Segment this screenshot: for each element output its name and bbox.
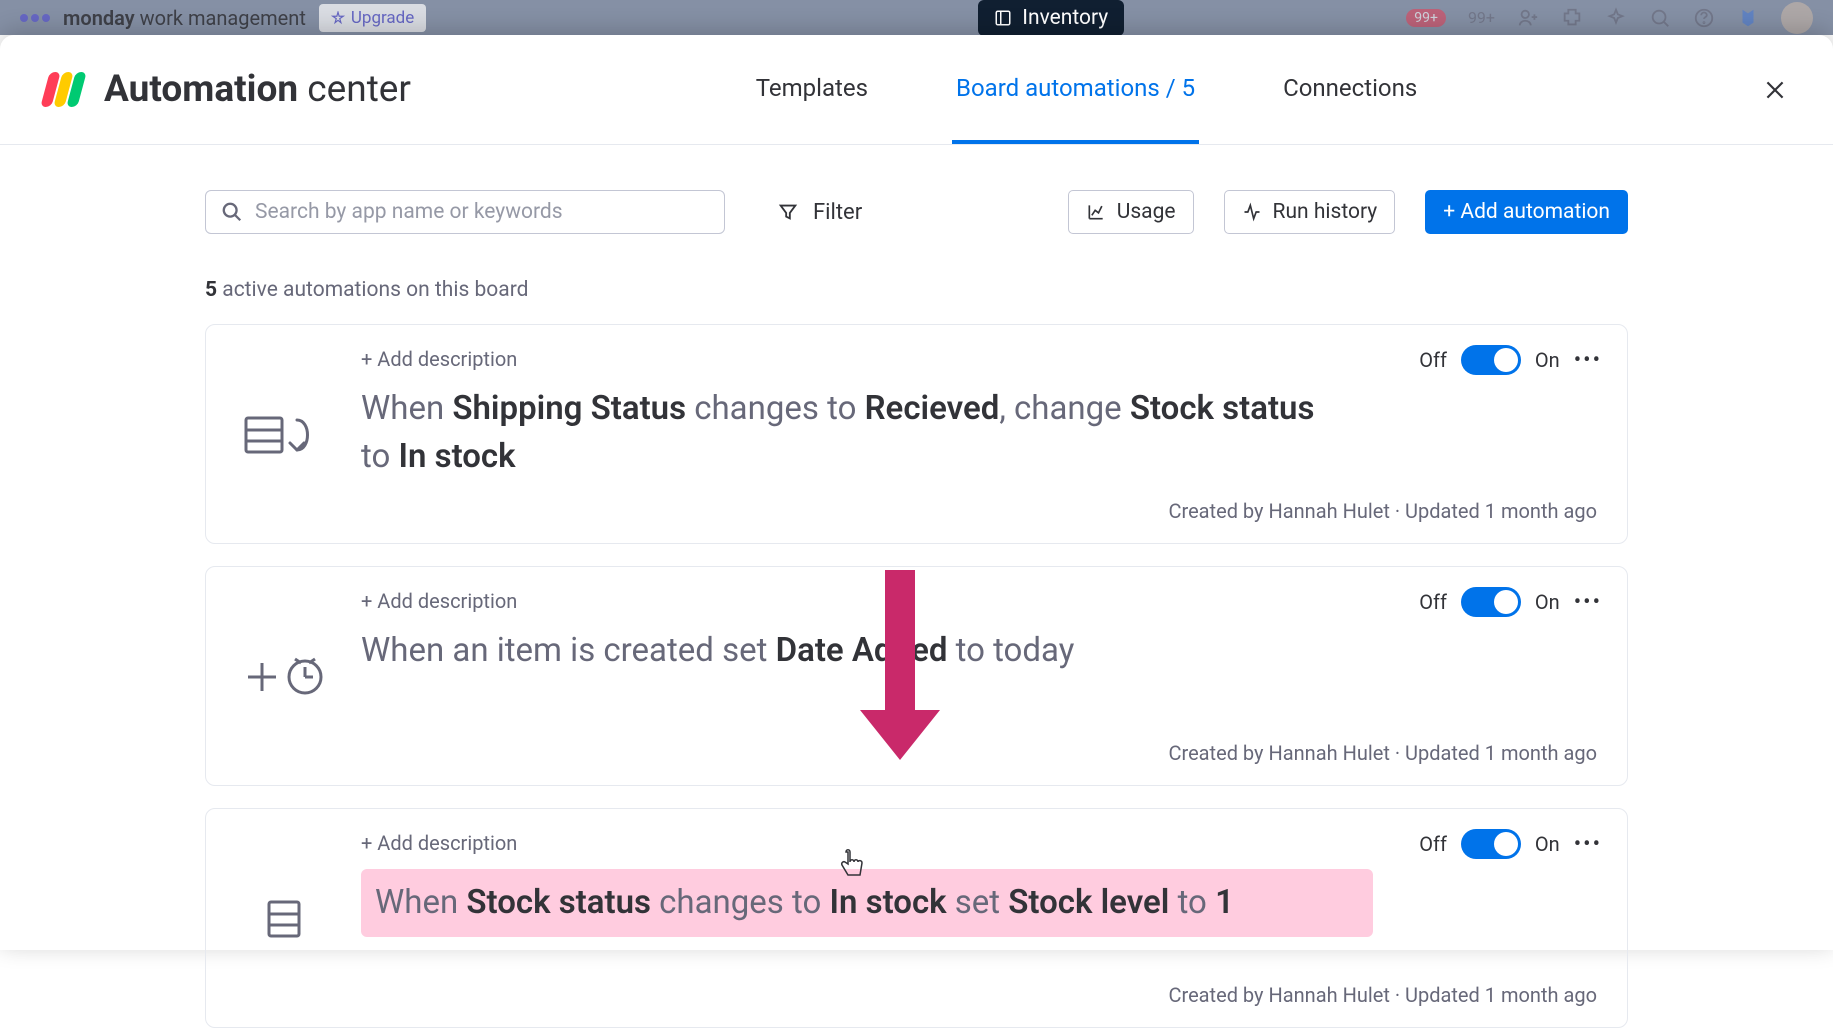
toggle-on-label: On <box>1535 348 1560 372</box>
add-description-button[interactable]: + Add description <box>361 347 1597 371</box>
sparkle-icon[interactable] <box>1605 7 1627 29</box>
toggle-off-label: Off <box>1419 832 1447 856</box>
tab-connections[interactable]: Connections <box>1279 35 1421 144</box>
user-add-icon[interactable] <box>1517 7 1539 29</box>
add-description-button[interactable]: + Add description <box>361 831 1597 855</box>
automation-toggle[interactable] <box>1461 345 1521 375</box>
chart-icon <box>1086 202 1106 222</box>
notification-badge[interactable]: 99+ <box>1406 9 1446 27</box>
search-input[interactable] <box>205 190 725 234</box>
tab-board-automations[interactable]: Board automations / 5 <box>952 35 1199 144</box>
search-icon <box>221 201 243 223</box>
automation-recipe: When Stock status changes to In stock se… <box>361 869 1373 937</box>
automation-recipe: When Shipping Status changes to Recieved… <box>361 385 1321 481</box>
automation-logo-icon <box>45 72 82 107</box>
page-title: Automation center <box>104 68 411 111</box>
item-created-icon <box>236 589 331 765</box>
window-tab-inventory[interactable]: Inventory <box>978 0 1124 36</box>
help-icon[interactable] <box>1693 7 1715 29</box>
automation-meta: Created by Hannah Hulet · Updated 1 mont… <box>361 741 1597 765</box>
more-menu-icon[interactable]: ••• <box>1574 348 1602 373</box>
automation-meta: Created by Hannah Hulet · Updated 1 mont… <box>361 499 1597 523</box>
automation-meta: Created by Hannah Hulet · Updated 1 mont… <box>361 983 1597 1007</box>
automation-toggle[interactable] <box>1461 829 1521 859</box>
tab-templates[interactable]: Templates <box>752 35 872 144</box>
filter-icon <box>777 201 799 223</box>
more-menu-icon[interactable]: ••• <box>1574 832 1602 857</box>
cursor-hand-icon <box>838 848 866 880</box>
more-menu-icon[interactable]: ••• <box>1574 590 1602 615</box>
run-history-button[interactable]: Run history <box>1224 190 1396 234</box>
search-icon[interactable] <box>1649 7 1671 29</box>
toggle-on-label: On <box>1535 590 1560 614</box>
automation-card[interactable]: + Add description When Shipping Status c… <box>205 324 1628 544</box>
status-change-icon <box>236 347 331 523</box>
toggle-off-label: Off <box>1419 590 1447 614</box>
add-description-button[interactable]: + Add description <box>361 589 1597 613</box>
automation-count: 5 active automations on this board <box>205 278 1628 302</box>
automation-toggle[interactable] <box>1461 587 1521 617</box>
puzzle-icon[interactable] <box>1561 7 1583 29</box>
inbox-badge[interactable]: 99+ <box>1468 8 1495 27</box>
activity-icon <box>1242 202 1262 222</box>
automation-card[interactable]: + Add description When Stock status chan… <box>205 808 1628 1028</box>
avatar[interactable] <box>1781 2 1813 34</box>
close-icon[interactable] <box>1762 77 1788 103</box>
add-automation-button[interactable]: + Add automation <box>1425 190 1628 234</box>
status-icon <box>236 831 331 1007</box>
toggle-on-label: On <box>1535 832 1560 856</box>
monday-logo-icon <box>20 14 50 22</box>
annotation-arrow-icon <box>830 560 970 780</box>
app-icon[interactable] <box>1737 7 1759 29</box>
upgrade-button[interactable]: Upgrade <box>319 4 426 32</box>
toggle-off-label: Off <box>1419 348 1447 372</box>
usage-button[interactable]: Usage <box>1068 190 1194 234</box>
filter-button[interactable]: Filter <box>777 200 862 225</box>
